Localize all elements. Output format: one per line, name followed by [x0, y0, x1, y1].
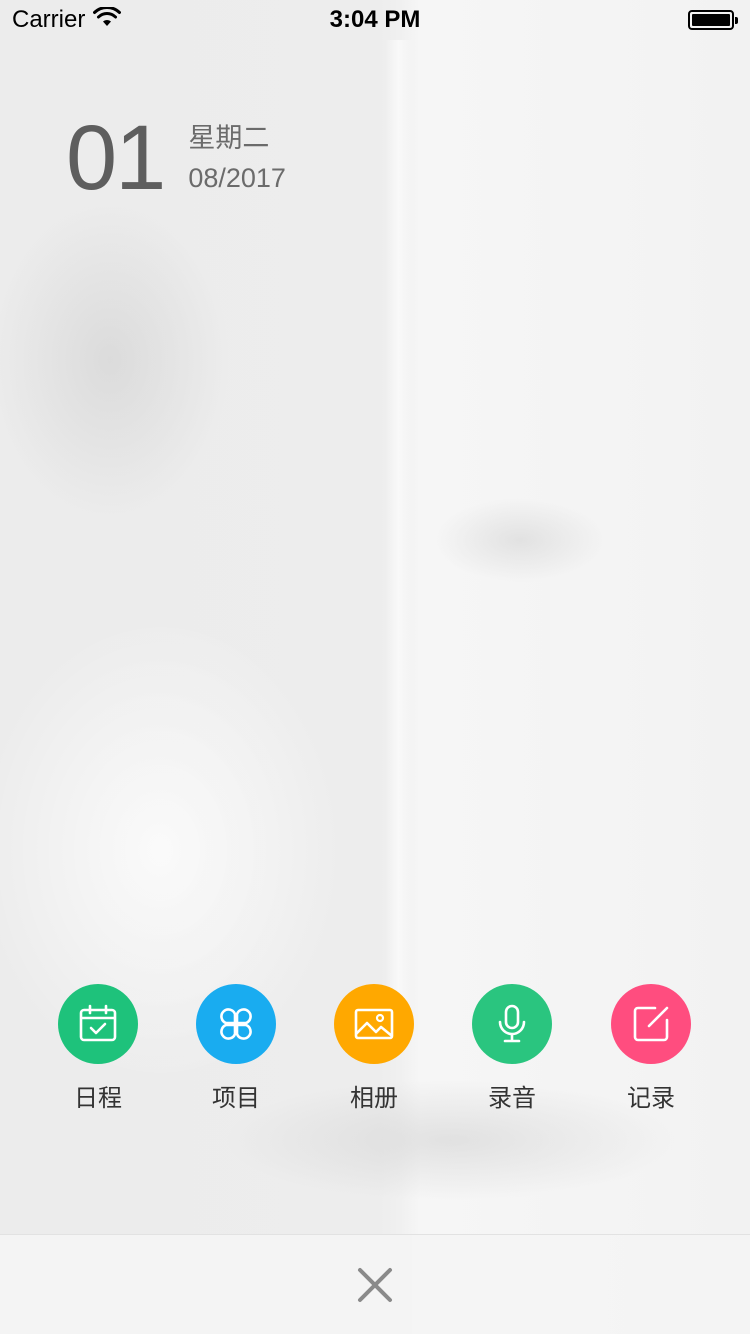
album-action-button[interactable]: 相册	[314, 984, 434, 1115]
album-label: 相册	[350, 1085, 398, 1112]
close-icon	[358, 1267, 392, 1302]
calendar-icon	[58, 984, 138, 1064]
edit-note-icon	[611, 984, 691, 1064]
schedule-label: 日程	[74, 1085, 122, 1112]
weekday-label: 星期二	[188, 123, 270, 153]
image-icon	[334, 984, 414, 1064]
schedule-action-button[interactable]: 日程	[38, 984, 158, 1115]
four-leaf-icon	[196, 984, 276, 1064]
month-year-label: 08/2017	[188, 163, 286, 193]
date-header: 01 星期二 08/2017	[66, 108, 286, 208]
note-action-button[interactable]: 记录	[591, 984, 711, 1115]
recording-label: 录音	[488, 1085, 536, 1112]
battery-icon	[688, 10, 738, 30]
status-time: 3:04 PM	[329, 6, 421, 33]
date-details: 星期二 08/2017	[188, 108, 286, 194]
microphone-icon	[472, 984, 552, 1064]
bottom-bar	[0, 1234, 750, 1334]
close-button[interactable]	[345, 1255, 405, 1315]
recording-action-button[interactable]: 录音	[452, 984, 572, 1115]
background-highlight	[385, 40, 413, 1040]
day-number: 01	[66, 107, 166, 209]
project-action-button[interactable]: 项目	[176, 984, 296, 1115]
quick-actions: 日程 项目 相册 录音 记录	[0, 984, 750, 1124]
note-label: 记录	[627, 1085, 675, 1112]
project-label: 项目	[212, 1085, 260, 1112]
status-bar: Carrier 3:04 PM	[0, 0, 750, 40]
